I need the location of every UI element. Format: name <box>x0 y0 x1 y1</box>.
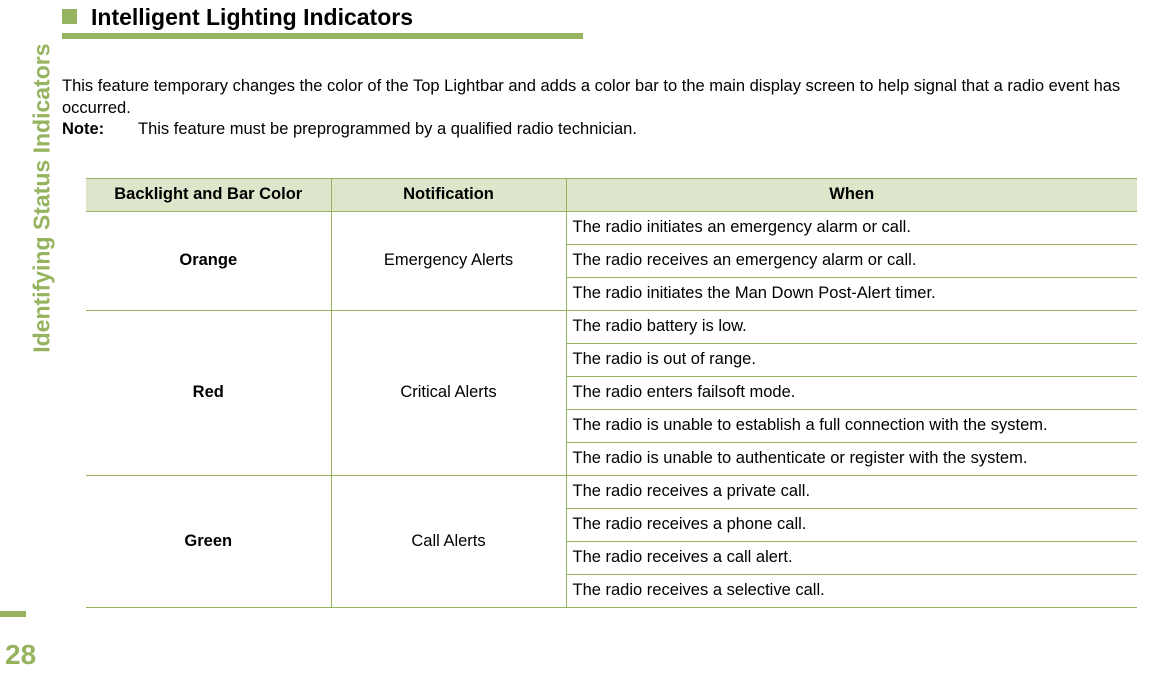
page-side-rail: Identifying Status Indicators 28 <box>0 0 62 693</box>
column-header-backlight-and-bar-color: Backlight and Bar Color <box>86 178 332 212</box>
section-heading: Intelligent Lighting Indicators <box>62 2 1142 39</box>
note-block: Note: This feature must be preprogrammed … <box>62 118 637 140</box>
table-row: Green Call Alerts The radio receives a pri… <box>86 475 1137 608</box>
cell-when-condition: The radio is unable to authenticate or r… <box>566 442 1137 476</box>
page-content: Intelligent Lighting Indicators This fea… <box>62 0 1142 608</box>
table-header: Backlight and Bar Color Notification Whe… <box>86 178 1137 212</box>
running-head-chapter-title: Identifying Status Indicators <box>28 43 55 353</box>
page-title: Intelligent Lighting Indicators <box>91 4 413 30</box>
table-row: Orange Emergency Alerts The radio initiate… <box>86 211 1137 311</box>
cell-backlight-color: Orange <box>86 211 332 311</box>
note-text: This feature must be preprogrammed by a … <box>138 120 637 138</box>
cell-backlight-color: Red <box>86 310 332 476</box>
cell-notification: Critical Alerts <box>331 310 567 476</box>
cell-when-condition: The radio receives a call alert. <box>566 541 1137 575</box>
page-number: 28 <box>5 639 37 670</box>
note-label: Note: <box>62 120 105 138</box>
cell-when-condition: The radio is unable to establish a full … <box>566 409 1137 443</box>
cell-when-condition: The radio receives an emergency alarm or… <box>566 244 1137 278</box>
column-header-when: When <box>565 178 1137 212</box>
square-bullet-icon <box>62 9 77 24</box>
cell-when-condition: The radio enters failsoft mode. <box>566 376 1137 410</box>
cell-when-condition: The radio receives a selective call. <box>566 574 1137 608</box>
table-row: Red Critical Alerts The radio battery is l… <box>86 310 1137 476</box>
column-header-notification: Notification <box>330 178 567 212</box>
cell-notification: Emergency Alerts <box>331 211 567 311</box>
table-body: Orange Emergency Alerts The radio initiate… <box>86 211 1137 608</box>
cell-when-condition: The radio receives a private call. <box>566 475 1137 509</box>
cell-when-condition: The radio initiates an emergency alarm o… <box>566 211 1137 245</box>
cell-when-condition: The radio initiates the Man Down Post-Al… <box>566 277 1137 311</box>
intro-paragraph: This feature temporary changes the color… <box>62 76 1121 117</box>
table-header-row: Backlight and Bar Color Notification Whe… <box>86 178 1137 212</box>
heading-underline-rule <box>62 33 583 39</box>
cell-when-condition: The radio battery is low. <box>566 310 1137 344</box>
cell-backlight-color: Green <box>86 475 332 608</box>
cell-when-condition: The radio is out of range. <box>566 343 1137 377</box>
intelligent-lighting-indicators-table: Backlight and Bar Color Notification Whe… <box>86 178 1137 608</box>
cell-when-condition: The radio receives a phone call. <box>566 508 1137 542</box>
running-head-rule <box>0 611 26 617</box>
cell-notification: Call Alerts <box>331 475 567 608</box>
